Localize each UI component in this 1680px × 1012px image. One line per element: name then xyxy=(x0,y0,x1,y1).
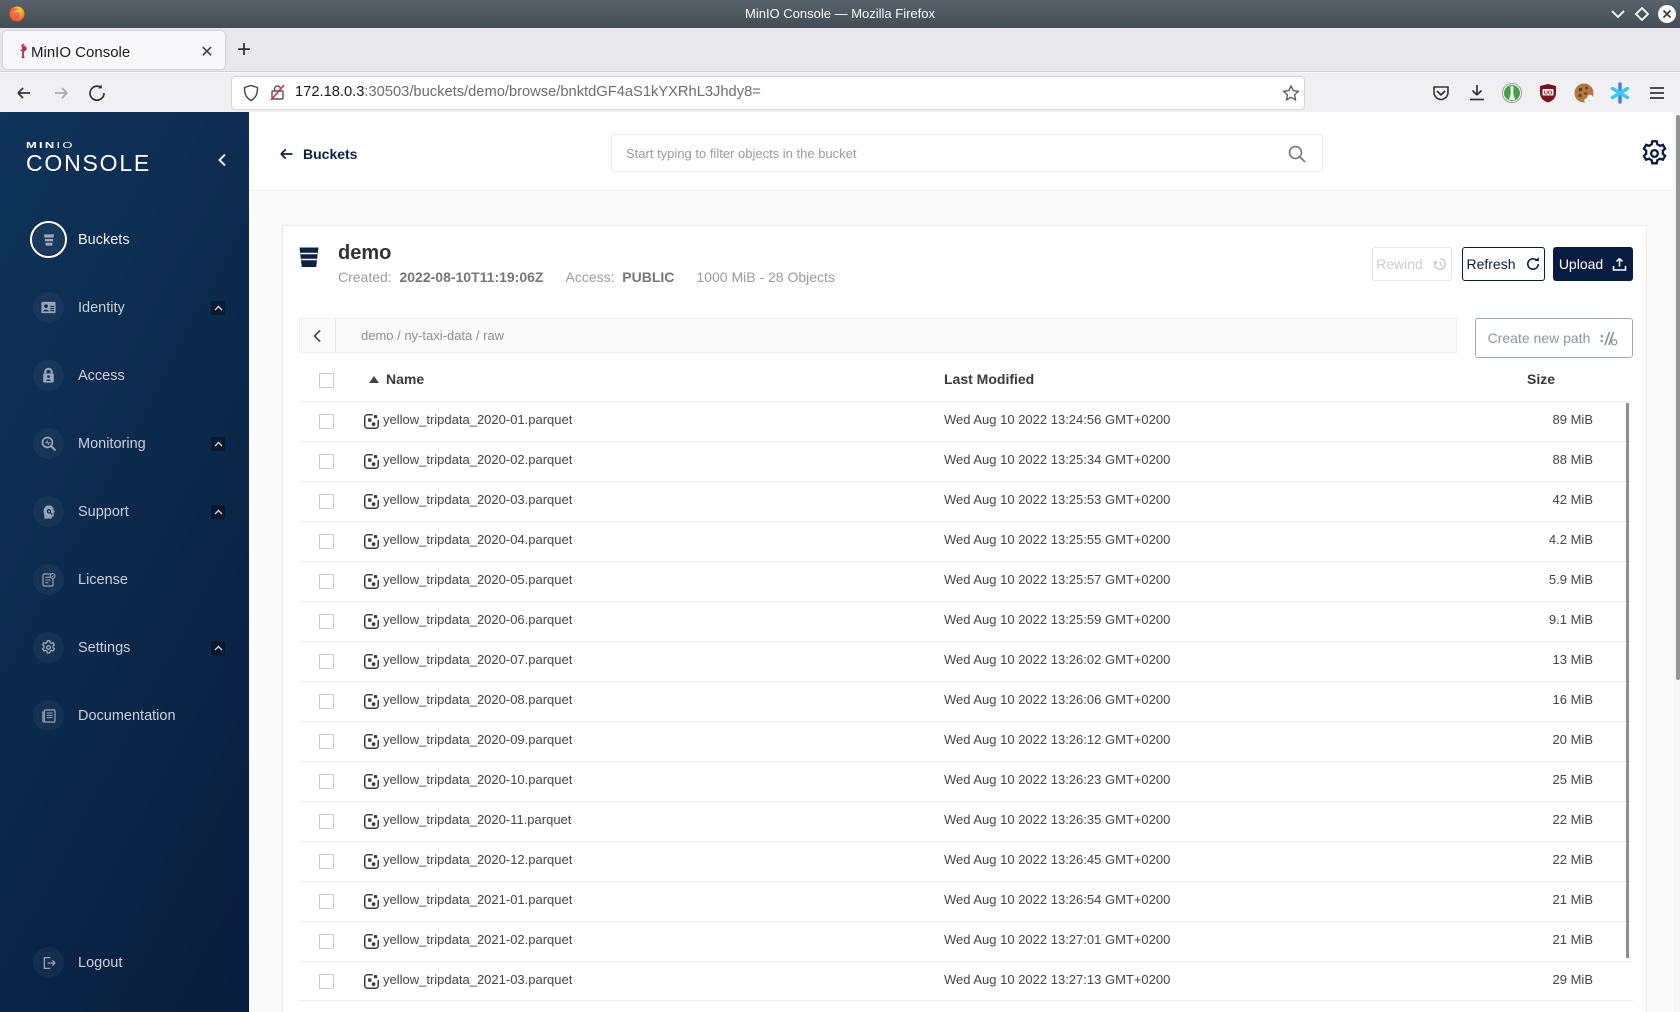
svg-text:UO: UO xyxy=(1544,90,1553,96)
